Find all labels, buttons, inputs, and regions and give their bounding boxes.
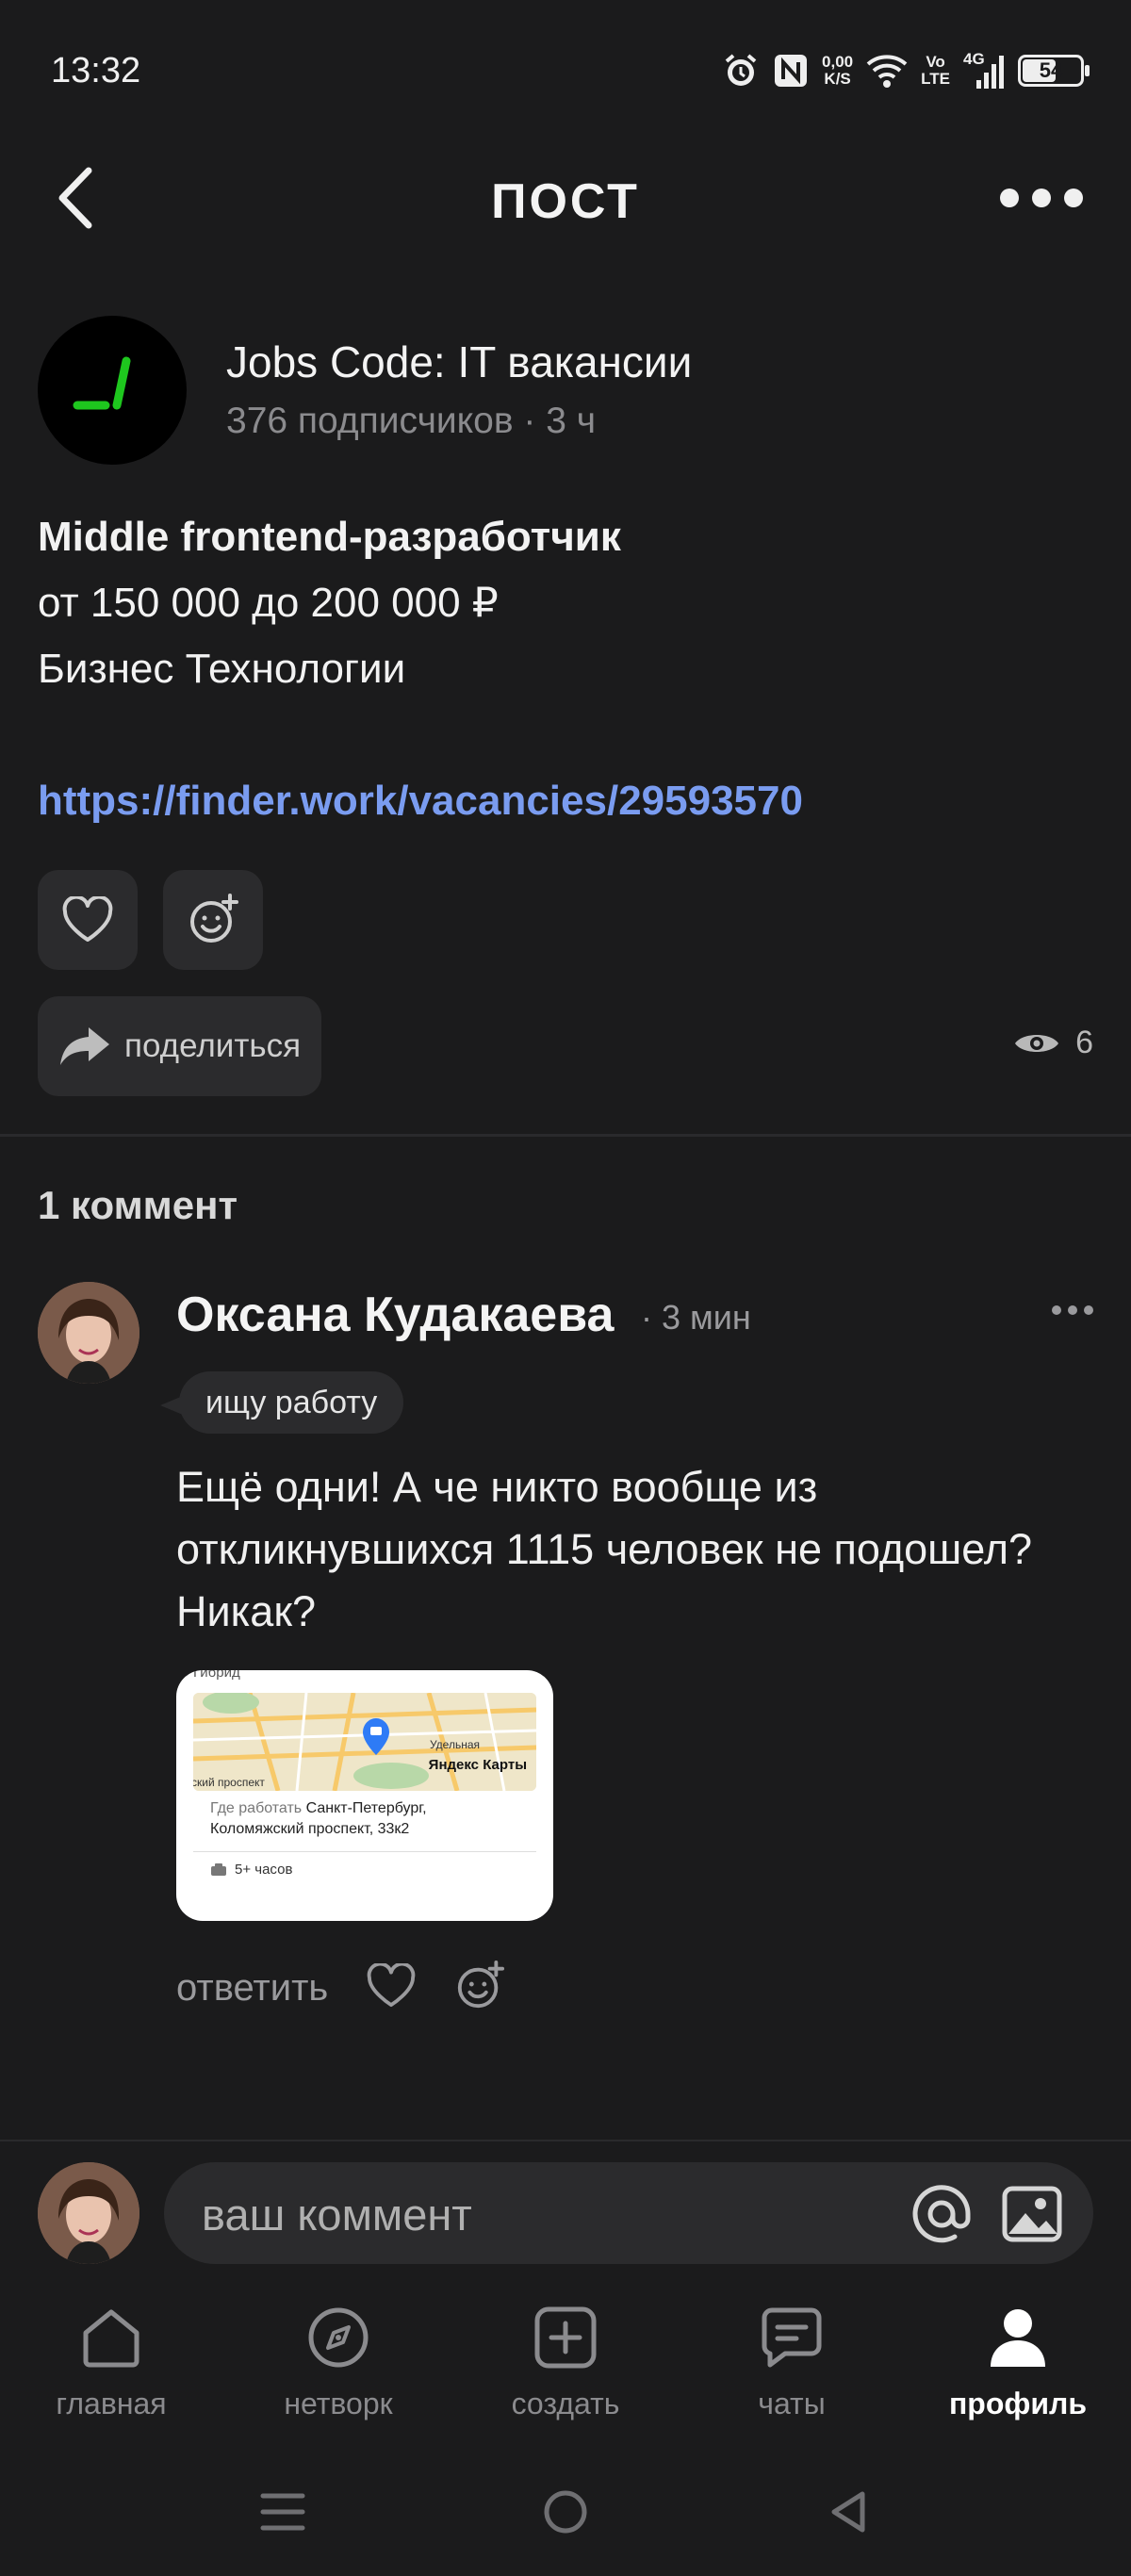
- home-system-button[interactable]: [528, 2479, 603, 2545]
- menu-icon: [260, 2493, 305, 2531]
- more-options-button[interactable]: [990, 170, 1093, 226]
- status-icons: 0,00 K/S Vo LTE 4G 54: [722, 45, 1090, 96]
- add-reaction-button[interactable]: [163, 870, 263, 970]
- nav-label: профиль: [948, 2387, 1088, 2420]
- like-button[interactable]: [38, 870, 138, 970]
- comment-composer: ваш коммент: [0, 2141, 1131, 2283]
- more-dot-icon: [1000, 189, 1019, 207]
- reply-button[interactable]: ответить: [176, 1967, 328, 2010]
- comment-add-reaction-button[interactable]: [454, 1961, 505, 2016]
- comment-time: · 3 мин: [641, 1298, 751, 1337]
- nav-label: главная: [56, 2387, 167, 2420]
- recent-apps-button[interactable]: [245, 2479, 320, 2545]
- heart-icon: [62, 896, 113, 942]
- nav-item-chats[interactable]: чаты: [697, 2300, 886, 2441]
- eye-icon: [1015, 1034, 1059, 1052]
- share-row: поделиться 6: [38, 996, 1093, 1096]
- yandex-maps-label: Яндекс Карты: [428, 1757, 527, 1773]
- channel-meta: 376 подписчиков · 3 ч: [226, 401, 597, 441]
- net-speed: 0,00 K/S: [822, 53, 854, 88]
- map-station-label: Удельная: [429, 1738, 480, 1751]
- post-reactions: [38, 870, 263, 970]
- attachment-card: Где работать Санкт-Петербург, Коломяжски…: [193, 1798, 536, 1878]
- smile-plus-icon: [190, 894, 238, 943]
- more-dot-icon: [1064, 189, 1083, 207]
- my-avatar[interactable]: [38, 2162, 139, 2264]
- more-dot-icon: [1032, 189, 1051, 207]
- nfc-icon: [773, 53, 809, 89]
- comment-text: Ещё одни! А че никто вообще из откликнув…: [176, 1463, 1033, 1635]
- nav-label: чаты: [758, 2387, 826, 2420]
- post-salary: от 150 000 до 200 000 ₽: [38, 580, 499, 626]
- compass-icon: [308, 2307, 369, 2368]
- attachment-hours: 5+ часов: [193, 1862, 536, 1878]
- nav-item-home[interactable]: главная: [17, 2300, 205, 2441]
- vacancy-link[interactable]: https://finder.work/vacancies/29593570: [38, 768, 1093, 834]
- post-company: Бизнес Технологии: [38, 646, 406, 692]
- smile-plus-icon: [458, 1961, 505, 2009]
- circle-icon: [544, 2490, 587, 2534]
- page-title: ПОСТ: [491, 174, 640, 229]
- top-app-bar: ПОСТ: [0, 141, 1131, 254]
- battery-icon: 54: [1018, 55, 1090, 87]
- map-street-label: ский проспект: [193, 1776, 265, 1789]
- share-button[interactable]: поделиться: [38, 996, 322, 1096]
- schedule-icon: [211, 1862, 226, 1876]
- bottom-navigation: главная нетворк создать чаты профиль: [0, 2290, 1131, 2441]
- profile-icon: [991, 2309, 1045, 2367]
- post-body: Middle frontend-разработчик от 150 000 д…: [38, 504, 1093, 834]
- status-time: 13:32: [51, 51, 141, 90]
- nav-label: нетворк: [284, 2387, 393, 2420]
- channel-name[interactable]: Jobs Code: IT вакансии: [226, 336, 692, 387]
- nav-item-profile[interactable]: профиль: [924, 2300, 1112, 2441]
- channel-logo[interactable]: [38, 316, 187, 465]
- more-dot-icon: [1052, 1305, 1061, 1315]
- where-label: Где работать: [210, 1800, 303, 1816]
- comment-input[interactable]: ваш коммент: [164, 2162, 1093, 2264]
- comment-like-button[interactable]: [366, 1961, 417, 2013]
- more-dot-icon: [1068, 1305, 1077, 1315]
- post-author[interactable]: Jobs Code: IT вакансии 376 подписчиков ·…: [38, 316, 1093, 467]
- where-value-address: Коломяжский проспект, 33к2: [210, 1821, 410, 1837]
- triangle-back-icon: [831, 2491, 865, 2533]
- post-title: Middle frontend-разработчик: [38, 514, 621, 560]
- comments-count: 1 коммент: [38, 1183, 238, 1227]
- nav-item-network[interactable]: нетворк: [244, 2300, 433, 2441]
- system-navigation-bar: [0, 2451, 1131, 2576]
- back-system-button[interactable]: [811, 2479, 886, 2545]
- status-bar: 13:32 0,00 K/S Vo LTE 4G 54: [0, 0, 1131, 141]
- plus-square-icon: [534, 2306, 597, 2369]
- views-counter: 6: [1013, 1025, 1093, 1061]
- home-icon: [83, 2309, 139, 2368]
- attachment-map: ский проспект Удельная Яндекс Карты: [193, 1693, 536, 1791]
- heart-icon: [367, 1961, 416, 2008]
- volte-indicator: Vo LTE: [921, 53, 950, 88]
- signal-icon: 4G: [963, 50, 1005, 90]
- attachment-top-text: Гибрид: [193, 1670, 240, 1681]
- comment-actions: ответить: [176, 1961, 505, 2016]
- wifi-icon: [866, 53, 908, 89]
- divider: [0, 1134, 1131, 1137]
- views-count: 6: [1075, 1025, 1093, 1060]
- image-icon: [1002, 2186, 1062, 2242]
- comment-input-placeholder: ваш коммент: [202, 2190, 472, 2240]
- alarm-icon: [722, 52, 760, 90]
- chat-icon: [762, 2307, 822, 2368]
- nav-item-create[interactable]: создать: [471, 2300, 660, 2441]
- nav-label: создать: [511, 2387, 620, 2420]
- comment-author-avatar[interactable]: [38, 1282, 139, 1384]
- more-dot-icon: [1084, 1305, 1093, 1315]
- author-status-bubble: ищу работу: [159, 1371, 404, 1434]
- comment-more-button[interactable]: [1052, 1305, 1093, 1315]
- share-arrow-icon: [60, 1027, 109, 1065]
- at-sign-icon: [912, 2185, 971, 2243]
- share-label: поделиться: [124, 1027, 302, 1064]
- comment-image-attachment[interactable]: Гибрид ский проспект Удельная Яндекс Кар…: [176, 1670, 553, 1921]
- mention-button[interactable]: [910, 2183, 973, 2245]
- where-value-city: Санкт-Петербург,: [305, 1800, 427, 1816]
- comment-author-name[interactable]: Оксана Кудакаева: [176, 1287, 614, 1343]
- attach-image-button[interactable]: [1001, 2183, 1063, 2245]
- attachment-divider: [193, 1851, 536, 1852]
